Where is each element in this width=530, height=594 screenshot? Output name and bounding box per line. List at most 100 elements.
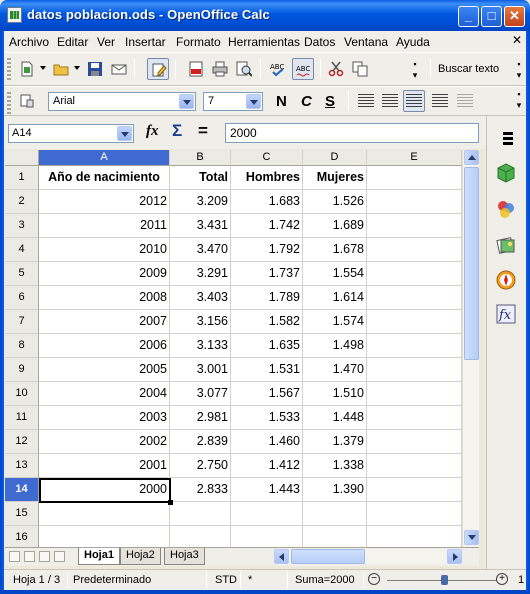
export-pdf-button[interactable] [185, 58, 207, 80]
menu-ver[interactable]: Ver [97, 35, 115, 49]
gallery-icon[interactable] [495, 234, 517, 256]
cell-d4[interactable]: 1.678 [303, 238, 367, 262]
row-header[interactable]: 4 [5, 238, 39, 262]
cell-e1[interactable] [367, 166, 462, 190]
menu-editar[interactable]: Editar [57, 35, 88, 49]
cell-e6[interactable] [367, 286, 462, 310]
styles-icon[interactable] [495, 198, 517, 220]
menu-ventana[interactable]: Ventana [344, 35, 388, 49]
cell-e2[interactable] [367, 190, 462, 214]
new-document-button[interactable] [16, 58, 38, 80]
minimize-button[interactable]: _ [458, 6, 479, 27]
select-all-corner[interactable] [5, 150, 39, 166]
page-preview-button[interactable] [233, 58, 255, 80]
cell-a5[interactable]: 2009 [39, 262, 170, 286]
row-header[interactable]: 2 [5, 190, 39, 214]
cell-d6[interactable]: 1.614 [303, 286, 367, 310]
menu-formato[interactable]: Formato [176, 35, 221, 49]
row-header[interactable]: 11 [5, 406, 39, 430]
save-button[interactable] [84, 58, 106, 80]
cut-button[interactable] [325, 58, 347, 80]
row-header[interactable]: 12 [5, 430, 39, 454]
horizontal-scrollbar[interactable] [274, 549, 462, 564]
cell-a4[interactable]: 2010 [39, 238, 170, 262]
horizontal-scroll-thumb[interactable] [291, 549, 365, 564]
cell-c4[interactable]: 1.792 [231, 238, 303, 262]
formula-icon[interactable]: = [198, 121, 208, 141]
row-header[interactable]: 9 [5, 358, 39, 382]
zoom-percent[interactable]: 1 [518, 574, 524, 586]
close-document-icon[interactable]: ✕ [512, 33, 522, 47]
cell-e5[interactable] [367, 262, 462, 286]
zoom-in-button[interactable]: + [496, 573, 508, 585]
cell-c15[interactable] [231, 502, 303, 526]
cell-d2[interactable]: 1.526 [303, 190, 367, 214]
cell-b6[interactable]: 3.403 [170, 286, 231, 310]
cell-c8[interactable]: 1.635 [231, 334, 303, 358]
cell-c5[interactable]: 1.737 [231, 262, 303, 286]
last-sheet-icon[interactable] [54, 551, 65, 562]
properties-icon[interactable] [495, 162, 517, 184]
function-wizard-icon[interactable]: fx [146, 123, 159, 140]
cell-a3[interactable]: 2011 [39, 214, 170, 238]
formula-input[interactable]: 2000 [225, 123, 479, 143]
navigator-icon[interactable] [495, 269, 517, 291]
cell-d7[interactable]: 1.574 [303, 310, 367, 334]
merge-cells-icon[interactable] [457, 94, 473, 108]
first-sheet-icon[interactable] [9, 551, 20, 562]
cell-c13[interactable]: 1.412 [231, 454, 303, 478]
cell-d15[interactable] [303, 502, 367, 526]
column-header-c[interactable]: C [231, 150, 303, 166]
cell-b5[interactable]: 3.291 [170, 262, 231, 286]
underline-button[interactable]: S [325, 93, 335, 110]
row-header[interactable]: 3 [5, 214, 39, 238]
spellcheck-button[interactable]: ABC [267, 58, 289, 80]
find-toolbar-overflow-icon[interactable]: ▪ ▾ [514, 59, 524, 81]
cell-b12[interactable]: 2.839 [170, 430, 231, 454]
row-header[interactable]: 13 [5, 454, 39, 478]
cell-a13[interactable]: 2001 [39, 454, 170, 478]
cell-d1[interactable]: Mujeres [303, 166, 367, 190]
row-header[interactable]: 15 [5, 502, 39, 526]
toolbar-overflow-icon[interactable]: ▪ ▾ [410, 59, 420, 81]
cell-a15[interactable] [39, 502, 170, 526]
print-button[interactable] [209, 58, 231, 80]
cell-c14[interactable]: 1.443 [231, 478, 303, 502]
cell-b8[interactable]: 3.133 [170, 334, 231, 358]
menu-insertar[interactable]: Insertar [125, 35, 166, 49]
sum-icon[interactable]: Σ [172, 121, 182, 141]
cell-a9[interactable]: 2005 [39, 358, 170, 382]
menu-herramientas[interactable]: Herramientas [228, 35, 300, 49]
find-toolbar-label[interactable]: Buscar texto [438, 63, 499, 75]
cell-e3[interactable] [367, 214, 462, 238]
italic-button[interactable]: C [301, 93, 312, 110]
row-header[interactable]: 7 [5, 310, 39, 334]
scroll-up-button[interactable] [464, 150, 479, 165]
cell-c1[interactable]: Hombres [231, 166, 303, 190]
row-header[interactable]: 10 [5, 382, 39, 406]
cell-b14[interactable]: 2.833 [170, 478, 231, 502]
align-left-icon[interactable] [358, 94, 374, 108]
maximize-button[interactable]: □ [481, 6, 502, 27]
cell-e13[interactable] [367, 454, 462, 478]
cell-e9[interactable] [367, 358, 462, 382]
functions-icon[interactable]: fx [495, 303, 517, 325]
cell-d16[interactable] [303, 526, 367, 547]
font-size-dropdown-icon[interactable] [246, 94, 261, 109]
scroll-right-button[interactable] [447, 549, 462, 564]
cell-d13[interactable]: 1.338 [303, 454, 367, 478]
column-header-a[interactable]: A [39, 150, 170, 166]
column-header-b[interactable]: B [170, 150, 231, 166]
cell-e11[interactable] [367, 406, 462, 430]
scroll-down-button[interactable] [464, 530, 479, 545]
cell-a1[interactable]: Año de nacimiento [39, 166, 170, 190]
vertical-scrollbar[interactable] [462, 150, 479, 547]
cell-c7[interactable]: 1.582 [231, 310, 303, 334]
cell-e14[interactable] [367, 478, 462, 502]
styles-formatting-button[interactable] [16, 90, 38, 112]
cell-b13[interactable]: 2.750 [170, 454, 231, 478]
cell-d3[interactable]: 1.689 [303, 214, 367, 238]
page-style[interactable]: Predeterminado [73, 574, 151, 586]
next-sheet-icon[interactable] [39, 551, 50, 562]
email-button[interactable] [108, 58, 130, 80]
